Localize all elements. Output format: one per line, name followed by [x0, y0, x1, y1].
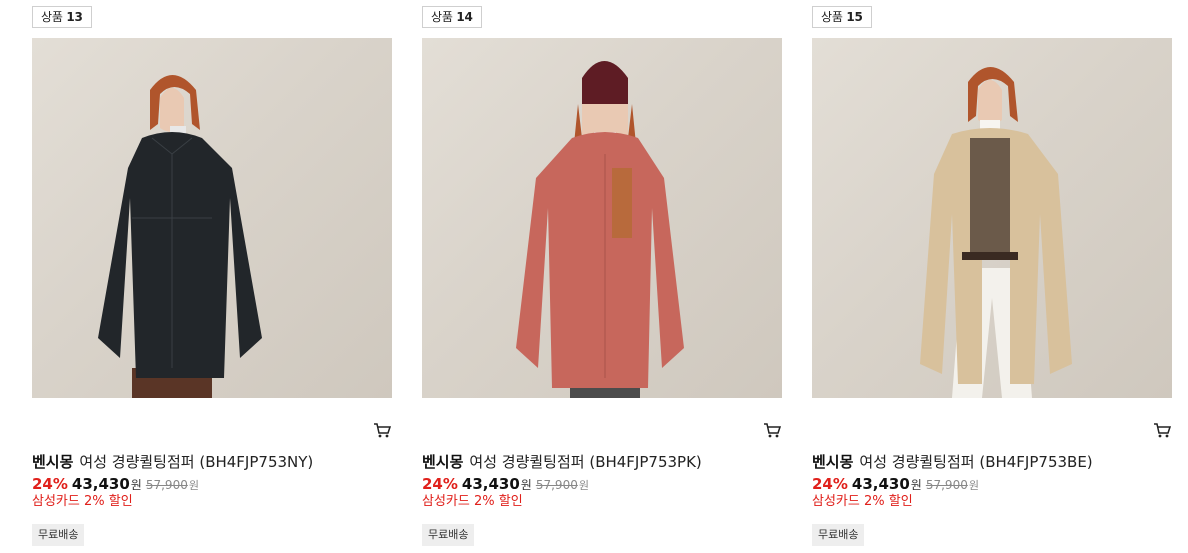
free-shipping-badge: 무료배송	[422, 524, 475, 546]
product-name: 여성 경량퀼팅점퍼 (BH4FJP753NY)	[79, 453, 314, 471]
product-photo-illustration	[516, 61, 684, 398]
product-card-15[interactable]: 상품 15 벤시몽 여성 경량퀼팅점퍼 (BH4FJP753BE) 24% 43,4…	[812, 0, 1172, 553]
product-photo-illustration	[920, 67, 1072, 398]
card-discount: 삼성카드 2% 할인	[812, 494, 913, 509]
sale-currency: 원	[520, 478, 532, 492]
brand-name: 벤시몽	[422, 453, 464, 471]
add-to-cart-button[interactable]	[762, 420, 782, 440]
original-currency: 원	[188, 479, 199, 492]
product-image[interactable]	[32, 38, 392, 398]
original-currency: 원	[578, 479, 589, 492]
discount-rate: 24%	[32, 475, 68, 493]
add-to-cart-button[interactable]	[372, 420, 392, 440]
card-discount: 삼성카드 2% 할인	[32, 494, 133, 509]
product-image[interactable]	[422, 38, 782, 398]
sale-currency: 원	[130, 478, 142, 492]
sale-price: 43,430	[851, 475, 910, 493]
product-image[interactable]	[812, 38, 1172, 398]
product-title[interactable]: 벤시몽 여성 경량퀼팅점퍼 (BH4FJP753PK)	[422, 452, 702, 472]
discount-rate: 24%	[812, 475, 848, 493]
add-to-cart-button[interactable]	[1152, 420, 1172, 440]
discount-rate: 24%	[422, 475, 458, 493]
free-shipping-badge: 무료배송	[32, 524, 85, 546]
original-price: 57,900	[145, 478, 188, 492]
sale-currency: 원	[910, 478, 922, 492]
rank-badge: 상품 15	[812, 6, 872, 28]
rank-badge: 상품 13	[32, 6, 92, 28]
product-photo-illustration	[98, 75, 262, 398]
product-name: 여성 경량퀼팅점퍼 (BH4FJP753BE)	[859, 453, 1093, 471]
sale-price: 43,430	[461, 475, 520, 493]
original-currency: 원	[968, 479, 979, 492]
cart-icon	[374, 423, 392, 438]
cart-icon	[764, 423, 782, 438]
product-title[interactable]: 벤시몽 여성 경량퀼팅점퍼 (BH4FJP753NY)	[32, 452, 313, 472]
brand-name: 벤시몽	[32, 453, 74, 471]
product-name: 여성 경량퀼팅점퍼 (BH4FJP753PK)	[469, 453, 702, 471]
brand-name: 벤시몽	[812, 453, 854, 471]
product-title[interactable]: 벤시몽 여성 경량퀼팅점퍼 (BH4FJP753BE)	[812, 452, 1093, 472]
product-card-13[interactable]: 상품 13 벤시몽 여성 경량퀼팅점퍼 (BH4FJP753NY) 24% 43,4…	[32, 0, 392, 553]
rank-badge: 상품 14	[422, 6, 482, 28]
original-price: 57,900	[535, 478, 578, 492]
card-discount: 삼성카드 2% 할인	[422, 494, 523, 509]
product-card-14[interactable]: 상품 14 벤시몽 여성 경량퀼팅점퍼 (BH4FJP753PK) 24% 43,4…	[422, 0, 782, 553]
sale-price: 43,430	[71, 475, 130, 493]
original-price: 57,900	[925, 478, 968, 492]
cart-icon	[1154, 423, 1172, 438]
free-shipping-badge: 무료배송	[812, 524, 865, 546]
